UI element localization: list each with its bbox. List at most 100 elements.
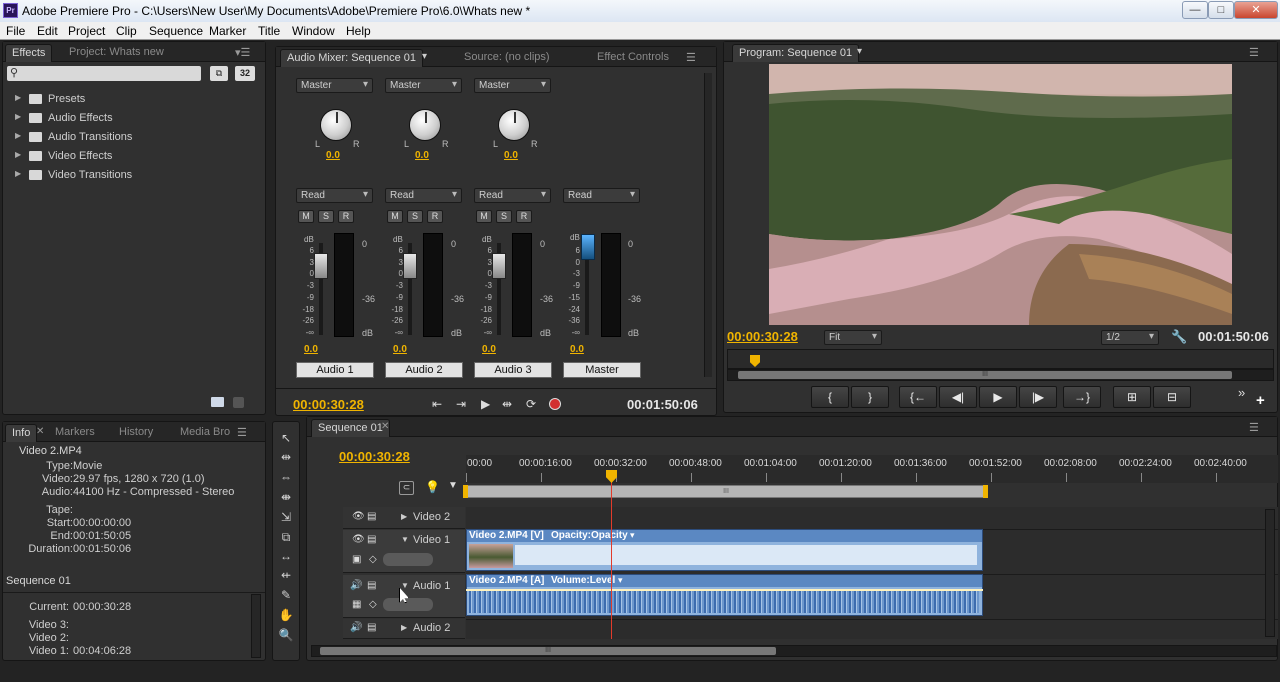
panel-menu-icon[interactable]: ☰	[237, 426, 247, 439]
master-level-value[interactable]: 0.0	[570, 344, 584, 355]
chevron-down-icon[interactable]: ▾	[618, 575, 623, 586]
timeline-current-time[interactable]: 00:00:30:28	[339, 449, 410, 464]
tab-project[interactable]: Project: Whats new	[63, 44, 170, 62]
collapse-track-icon[interactable]: ▼	[401, 581, 409, 590]
display-style-icon[interactable]: ▣	[352, 554, 361, 565]
program-time-ruler[interactable]	[727, 349, 1274, 369]
tab-program[interactable]: Program: Sequence 01	[732, 44, 860, 62]
clip-effect-select[interactable]: Volume:Level	[551, 575, 615, 586]
mark-out-button[interactable]: }	[851, 386, 889, 408]
menu-clip[interactable]: Clip	[116, 24, 137, 38]
minimize-button[interactable]: —	[1182, 1, 1208, 19]
accelerated-effects-icon[interactable]: ⧉	[210, 66, 228, 81]
panel-menu-icon[interactable]: ☰	[1249, 46, 1259, 59]
speaker-icon[interactable]: 🔊	[350, 580, 362, 591]
tab-dropdown-icon[interactable]: ▾	[857, 46, 862, 57]
go-to-in-icon[interactable]: ⇤	[432, 397, 442, 411]
channel-2-mute-button[interactable]: M	[387, 210, 403, 223]
expand-track-icon[interactable]: ▶	[401, 623, 407, 632]
program-zoom-scrollbar[interactable]: III	[727, 369, 1274, 381]
sync-lock-icon[interactable]: ▤	[367, 580, 376, 591]
video-clip[interactable]: Video 2.MP4 [V] Opacity:Opacity ▾	[466, 529, 983, 571]
menu-project[interactable]: Project	[68, 24, 105, 38]
channel-1-record-button[interactable]: R	[338, 210, 354, 223]
channel-1-output-select[interactable]: Master	[296, 78, 373, 93]
volume-level-line[interactable]	[466, 589, 983, 591]
program-current-time[interactable]: 00:00:30:28	[727, 329, 798, 344]
audio-clip[interactable]: Video 2.MP4 [A] Volume:Level ▾	[466, 574, 983, 616]
channel-1-automation-select[interactable]: Read	[296, 188, 373, 203]
rolling-edit-tool-icon[interactable]: ⇼	[276, 489, 296, 506]
tab-dropdown-icon[interactable]: ▾	[422, 51, 427, 62]
keyframe-navigator[interactable]	[383, 598, 433, 611]
tab-info[interactable]: Info	[5, 424, 38, 442]
panel-menu-icon[interactable]: ▾☰	[235, 46, 250, 59]
channel-3-automation-select[interactable]: Read	[474, 188, 551, 203]
channel-1-pan-knob[interactable]	[320, 109, 352, 141]
sync-lock-icon[interactable]: ▤	[367, 534, 376, 545]
menu-window[interactable]: Window	[292, 24, 335, 38]
tab-audio-mixer[interactable]: Audio Mixer: Sequence 01	[280, 49, 424, 67]
step-back-button[interactable]: ◀|	[939, 386, 977, 408]
tab-effect-controls[interactable]: Effect Controls	[591, 49, 675, 67]
play-icon[interactable]: ▶	[481, 397, 490, 411]
hand-tool-icon[interactable]: ✋	[276, 607, 296, 624]
channel-3-pan-knob[interactable]	[498, 109, 530, 141]
slip-tool-icon[interactable]: ↔	[276, 548, 296, 565]
panel-menu-icon[interactable]: ☰	[1249, 421, 1259, 434]
channel-2-level-value[interactable]: 0.0	[393, 344, 407, 355]
maximize-button[interactable]: □	[1208, 1, 1234, 19]
timeline-vertical-scrollbar[interactable]	[1265, 509, 1275, 637]
channel-2-record-button[interactable]: R	[427, 210, 443, 223]
channel-1-fader-handle[interactable]	[314, 253, 328, 279]
add-marker-icon[interactable]: 💡	[425, 480, 440, 494]
playback-resolution-select[interactable]: 1/2	[1101, 330, 1159, 345]
tab-source[interactable]: Source: (no clips)	[458, 49, 556, 67]
keyframe-navigator[interactable]	[383, 553, 433, 566]
keyframe-icon[interactable]: ◇	[369, 599, 377, 610]
channel-3-fader-handle[interactable]	[492, 253, 506, 279]
play-in-to-out-icon[interactable]: ⇹	[502, 397, 512, 411]
go-to-out-button[interactable]: →}	[1063, 386, 1101, 408]
close-tab-icon[interactable]: ✕	[381, 421, 389, 432]
chevron-down-icon[interactable]: ▾	[630, 530, 635, 541]
mixer-current-time[interactable]: 00:00:30:28	[293, 397, 364, 412]
scroll-thumb[interactable]: III	[320, 647, 776, 655]
keyframe-icon[interactable]: ◇	[369, 554, 377, 565]
expand-icon[interactable]: ▶	[15, 131, 21, 140]
master-automation-select[interactable]: Read	[563, 188, 640, 203]
timeline-ruler[interactable]: 00:00 00:00:16:00 00:00:32:00 00:00:48:00 00…	[466, 455, 1278, 483]
menu-help[interactable]: Help	[346, 24, 371, 38]
loop-icon[interactable]: ⟳	[526, 397, 536, 411]
tab-effects[interactable]: Effects	[5, 44, 53, 62]
zoom-tool-icon[interactable]: 🔍	[276, 627, 296, 644]
sync-lock-icon[interactable]: ▤	[367, 511, 376, 522]
collapse-track-icon[interactable]: ▼	[401, 535, 409, 544]
lift-button[interactable]: ⊞	[1113, 386, 1151, 408]
work-area-start-handle[interactable]	[463, 485, 468, 498]
timeline-horizontal-scrollbar[interactable]: III	[311, 645, 1277, 657]
sync-lock-icon[interactable]: ▤	[367, 622, 376, 633]
channel-1-solo-button[interactable]: S	[318, 210, 334, 223]
channel-3-pan-value[interactable]: 0.0	[504, 150, 518, 161]
panel-menu-icon[interactable]: ☰	[686, 51, 696, 64]
zoom-level-select[interactable]: Fit	[824, 330, 882, 345]
scroll-thumb[interactable]: III	[738, 371, 1232, 379]
marker-icon[interactable]: ▼	[448, 480, 458, 491]
button-editor-icon[interactable]: +	[1256, 392, 1265, 409]
channel-1-pan-value[interactable]: 0.0	[326, 150, 340, 161]
menu-title[interactable]: Title	[258, 24, 280, 38]
channel-2-output-select[interactable]: Master	[385, 78, 462, 93]
master-fader-handle[interactable]	[581, 234, 595, 260]
play-stop-button[interactable]: ▶	[979, 386, 1017, 408]
step-forward-button[interactable]: |▶	[1019, 386, 1057, 408]
speaker-icon[interactable]: 🔊	[350, 622, 362, 633]
selection-tool-icon[interactable]: ↖	[276, 430, 296, 447]
channel-2-automation-select[interactable]: Read	[385, 188, 462, 203]
32bit-effects-icon[interactable]: 32	[235, 66, 255, 81]
expand-icon[interactable]: ▶	[15, 150, 21, 159]
tab-markers[interactable]: Markers	[49, 424, 101, 442]
snap-icon[interactable]: ⊂	[399, 481, 414, 495]
channel-2-fader-handle[interactable]	[403, 253, 417, 279]
expand-track-icon[interactable]: ▶	[401, 512, 407, 521]
